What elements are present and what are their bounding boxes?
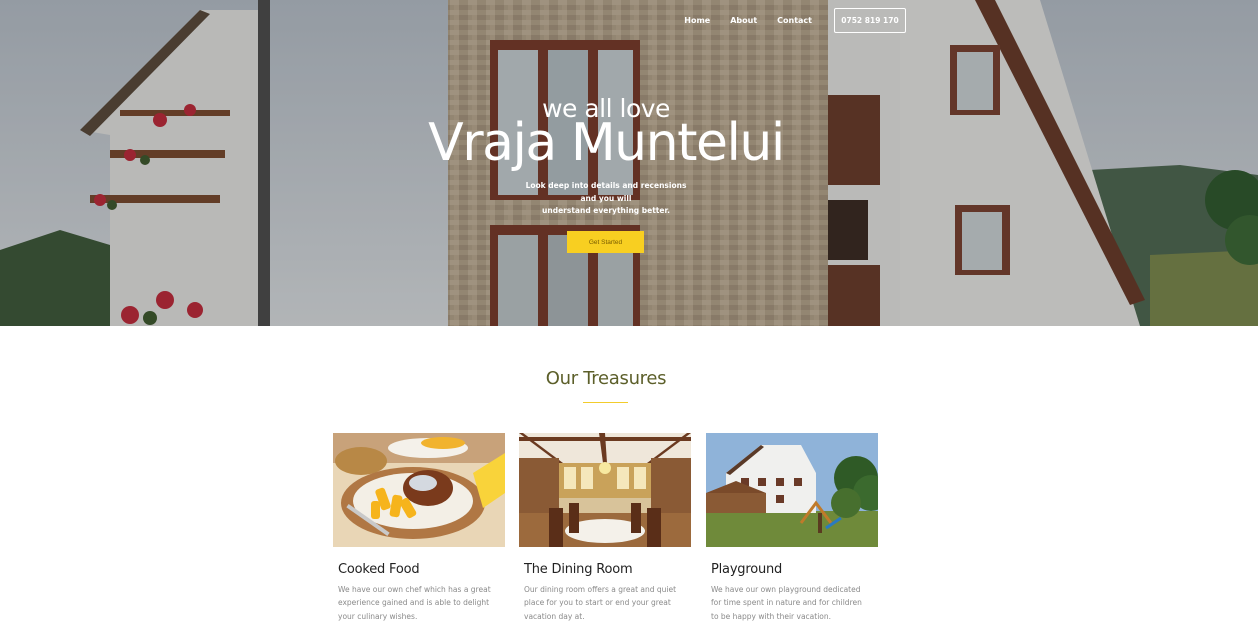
nav-about-link[interactable]: About xyxy=(730,16,757,25)
card-title: Cooked Food xyxy=(338,562,420,577)
card-description: We have our own playground dedicated for… xyxy=(711,585,862,621)
hero-section: Home About Contact 0752 819 170 we all l… xyxy=(0,0,1258,326)
top-navigation: Home About Contact 0752 819 170 xyxy=(664,8,906,33)
hero-description: Look deep into details and recensions an… xyxy=(0,180,1212,218)
card-cooked-food[interactable]: Cooked Food We have our own chef which h… xyxy=(333,433,505,623)
cooked-food-image xyxy=(333,433,505,547)
get-started-button[interactable]: Get Started xyxy=(567,231,644,253)
hero-description-line: understand everything better. xyxy=(542,206,670,215)
card-description: Our dining room offers a great and quiet… xyxy=(524,585,677,621)
nav-home-link[interactable]: Home xyxy=(684,16,710,25)
section-title: Our Treasures xyxy=(545,368,667,389)
hero-description-line: Look deep into details and recensions xyxy=(525,181,687,190)
card-title: Playground xyxy=(711,562,783,577)
card-playground[interactable]: Playground We have our own playground de… xyxy=(706,433,878,623)
card-dining-room[interactable]: The Dining Room Our dining room offers a… xyxy=(519,433,691,623)
playground-image xyxy=(706,433,878,547)
card-title: The Dining Room xyxy=(524,562,633,577)
hero-title: Vraja Muntelui xyxy=(428,113,785,173)
hero-description-line: and you will xyxy=(580,193,632,203)
card-description: We have our own chef which has a great e… xyxy=(338,585,491,621)
nav-contact-link[interactable]: Contact xyxy=(777,16,812,25)
phone-button[interactable]: 0752 819 170 xyxy=(834,8,906,33)
dining-room-image xyxy=(519,433,691,547)
section-title-underline xyxy=(583,402,628,403)
